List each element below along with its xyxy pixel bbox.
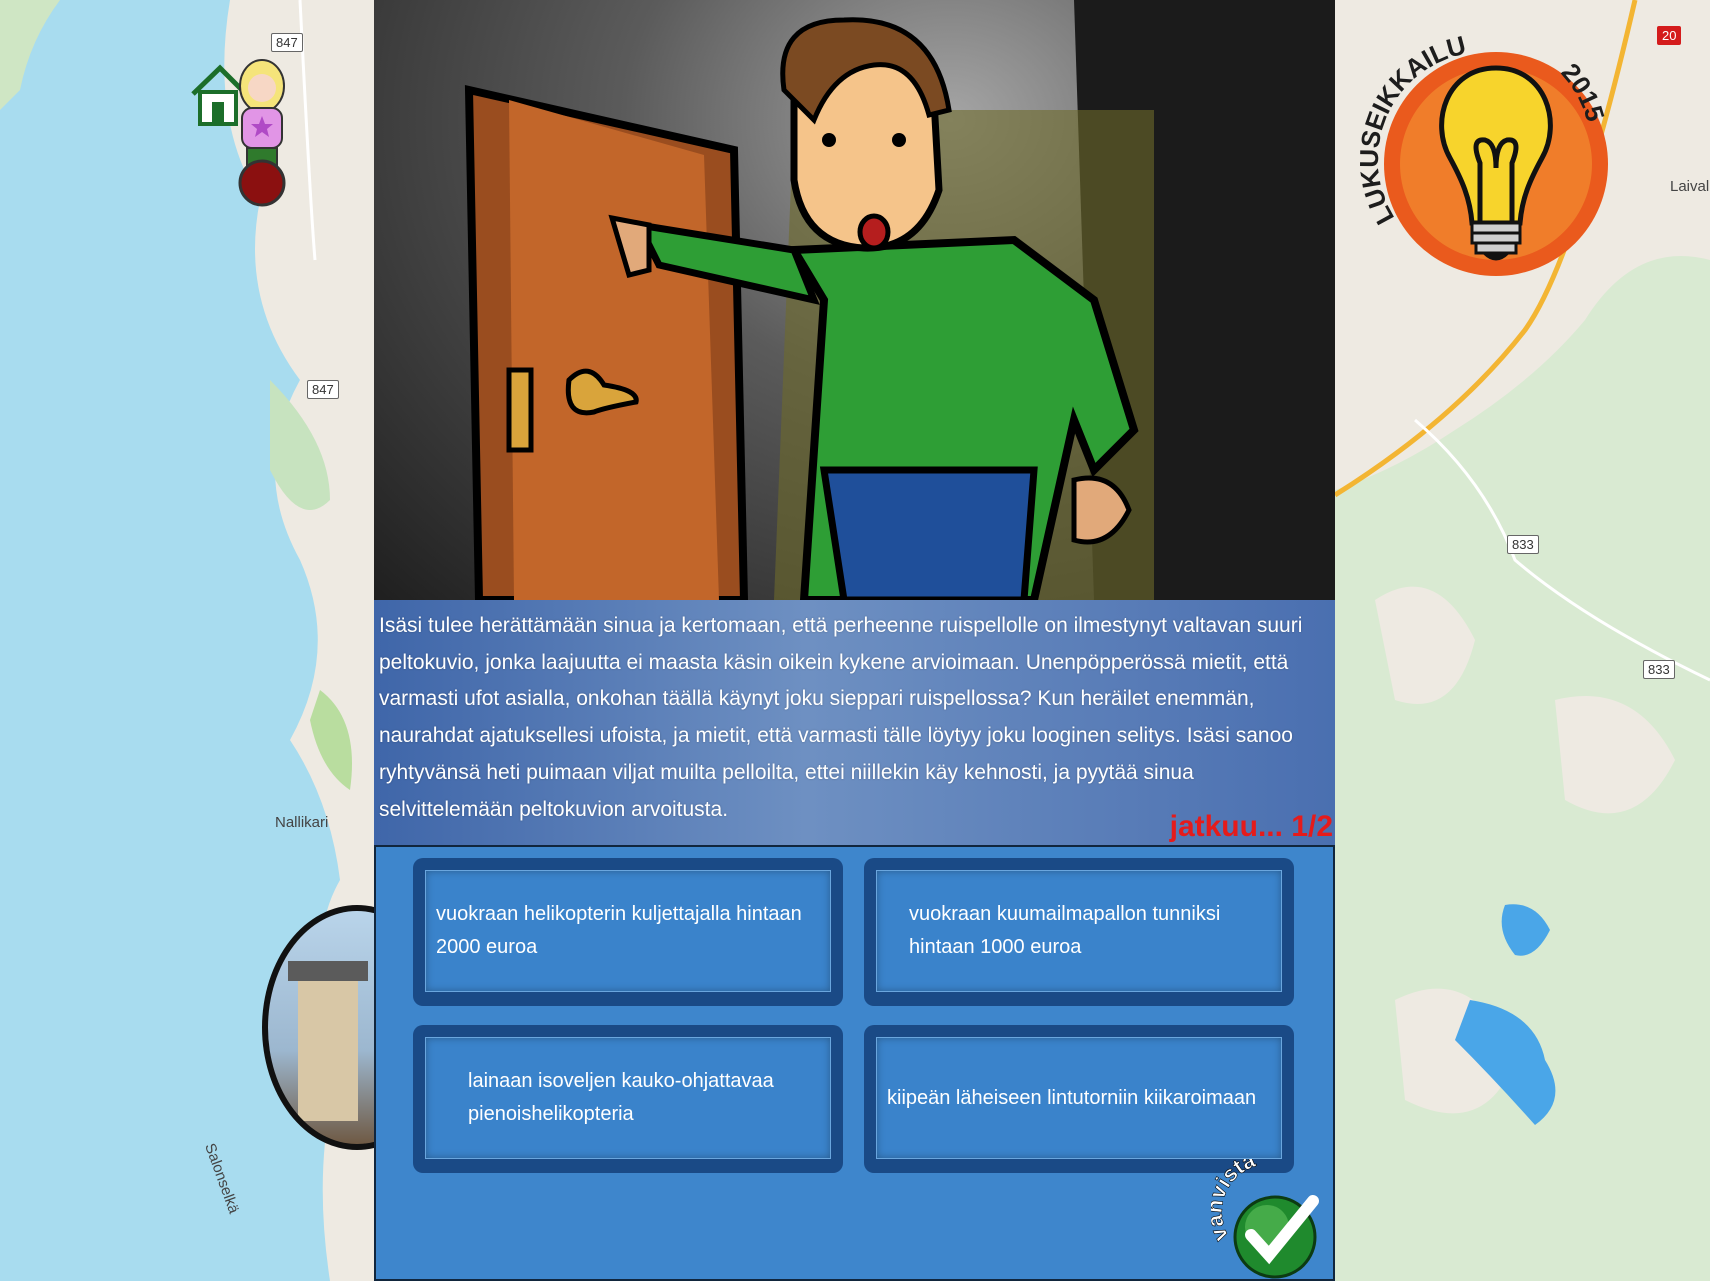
story-text: Isäsi tulee herättämään sinua ja kertoma…	[379, 614, 1303, 821]
svg-text:2015: 2015	[1556, 57, 1611, 125]
player-avatar-icon[interactable]	[222, 58, 302, 208]
answer-option-2[interactable]: vuokraan kuumailmapallon tunniksi hintaa…	[864, 858, 1294, 1006]
story-text-box: Isäsi tulee herättämään sinua ja kertoma…	[374, 600, 1335, 845]
answer-option-label: kiipeän läheiseen lintutorniin kiikaroim…	[887, 1086, 1257, 1109]
answer-option-label: lainaan isoveljen kauko-ohjattavaa pieno…	[468, 1070, 774, 1125]
story-panel: Isäsi tulee herättämään sinua ja kertoma…	[374, 0, 1335, 1281]
continue-indicator[interactable]: jatkuu... 1/2	[1170, 810, 1333, 844]
road-badge: 833	[1507, 535, 1539, 554]
road-badge: 847	[271, 33, 303, 52]
logo-text: LUKUSEIKKAILU 2015	[1360, 30, 1611, 230]
confirm-button[interactable]: vahvista	[1201, 1147, 1331, 1279]
svg-text:LUKUSEIKKAILU: LUKUSEIKKAILU	[1360, 30, 1469, 230]
road-badge: 833	[1643, 660, 1675, 679]
checkmark-icon: vahvista	[1201, 1147, 1319, 1279]
answer-option-label: vuokraan helikopterin kuljettajalla hint…	[436, 903, 802, 958]
place-label: Laival	[1670, 178, 1710, 195]
answer-panel: vuokraan helikopterin kuljettajalla hint…	[374, 845, 1335, 1281]
answer-option-label: vuokraan kuumailmapallon tunniksi hintaa…	[909, 903, 1221, 958]
road-badge: 20	[1657, 26, 1682, 45]
left-map-panel: 847 847 Nallikari Salonselkä	[0, 0, 374, 1281]
lukuseikkailu-logo: LUKUSEIKKAILU 2015	[1360, 28, 1632, 300]
logo-title: LUKUSEIKKAILU	[1360, 30, 1469, 230]
answer-option-4[interactable]: kiipeän läheiseen lintutorniin kiikaroim…	[864, 1025, 1294, 1173]
father-at-door-illustration	[464, 0, 1335, 600]
road-badge: 847	[307, 380, 339, 399]
answer-option-1[interactable]: vuokraan helikopterin kuljettajalla hint…	[413, 858, 843, 1006]
story-illustration	[374, 0, 1335, 600]
place-label-nallikari: Nallikari	[275, 814, 329, 831]
answer-option-3[interactable]: lainaan isoveljen kauko-ohjattavaa pieno…	[413, 1025, 843, 1173]
logo-year: 2015	[1556, 57, 1611, 125]
